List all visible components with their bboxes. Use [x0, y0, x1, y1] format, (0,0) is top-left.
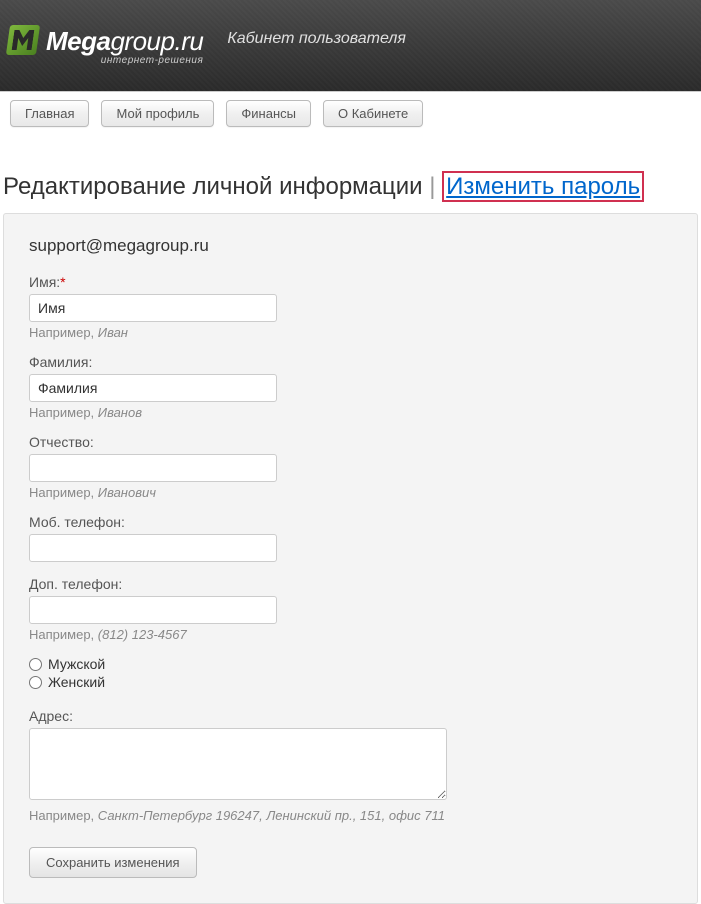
email-display: support@megagroup.ru	[29, 236, 672, 256]
last-name-label: Фамилия:	[29, 354, 672, 370]
title-separator: |	[429, 173, 435, 200]
logo-main: Mega	[46, 26, 110, 56]
nav-finance-button[interactable]: Финансы	[226, 100, 311, 127]
gender-female-row: Женский	[29, 674, 672, 690]
first-name-hint: Например, Иван	[29, 325, 672, 340]
last-name-group: Фамилия: Например, Иванов	[29, 354, 672, 420]
header-tagline: Кабинет пользователя	[227, 30, 406, 48]
first-name-group: Имя:* Например, Иван	[29, 274, 672, 340]
additional-phone-hint: Например, (812) 123-4567	[29, 627, 672, 642]
additional-phone-label: Доп. телефон:	[29, 576, 672, 592]
nav-about-button[interactable]: О Кабинете	[323, 100, 423, 127]
first-name-label: Имя:*	[29, 274, 672, 290]
page-title-row: Редактирование личной информации | Измен…	[0, 135, 701, 213]
gender-male-label: Мужской	[48, 656, 105, 672]
gender-group: Мужской Женский	[29, 656, 672, 690]
change-password-link[interactable]: Изменить пароль	[442, 171, 644, 202]
address-hint: Например, Санкт-Петербург 196247, Ленинс…	[29, 808, 672, 823]
address-group: Адрес: Например, Санкт-Петербург 196247,…	[29, 708, 672, 823]
mobile-phone-label: Моб. телефон:	[29, 514, 672, 530]
last-name-hint: Например, Иванов	[29, 405, 672, 420]
logo-rest: group.ru	[110, 26, 203, 56]
patronymic-label: Отчество:	[29, 434, 672, 450]
address-input[interactable]	[29, 728, 447, 800]
form-panel: support@megagroup.ru Имя:* Например, Ива…	[3, 213, 698, 904]
last-name-input[interactable]	[29, 374, 277, 402]
patronymic-input[interactable]	[29, 454, 277, 482]
required-mark: *	[60, 274, 65, 290]
logo-icon	[6, 25, 40, 55]
address-label: Адрес:	[29, 708, 672, 724]
nav-home-button[interactable]: Главная	[10, 100, 89, 127]
gender-female-label: Женский	[48, 674, 105, 690]
patronymic-hint: Например, Иванович	[29, 485, 672, 500]
gender-male-row: Мужской	[29, 656, 672, 672]
additional-phone-input[interactable]	[29, 596, 277, 624]
gender-male-radio[interactable]	[29, 658, 42, 671]
header: Megagroup.ru интернет-решения Кабинет по…	[0, 0, 701, 92]
mobile-phone-input[interactable]	[29, 534, 277, 562]
gender-female-radio[interactable]	[29, 676, 42, 689]
save-button[interactable]: Сохранить изменения	[29, 847, 197, 878]
logo-block: Megagroup.ru интернет-решения	[46, 26, 203, 66]
patronymic-group: Отчество: Например, Иванович	[29, 434, 672, 500]
nav-profile-button[interactable]: Мой профиль	[101, 100, 214, 127]
mobile-phone-group: Моб. телефон:	[29, 514, 672, 562]
page-title: Редактирование личной информации	[3, 173, 423, 200]
first-name-input[interactable]	[29, 294, 277, 322]
additional-phone-group: Доп. телефон: Например, (812) 123-4567	[29, 576, 672, 642]
nav-bar: Главная Мой профиль Финансы О Кабинете	[0, 92, 701, 135]
logo-subtitle: интернет-решения	[46, 55, 203, 66]
logo-text: Megagroup.ru	[46, 26, 203, 57]
